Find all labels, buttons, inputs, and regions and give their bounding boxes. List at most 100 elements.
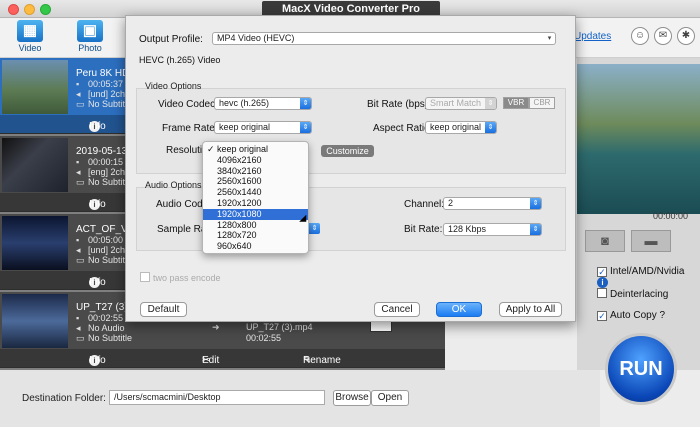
add-photo-button[interactable]: ▣ Photo	[70, 20, 110, 56]
audio-bitrate-label: Bit Rate:	[404, 224, 443, 235]
preview-video	[577, 64, 700, 214]
minimize-window-button[interactable]	[24, 4, 35, 15]
cbr-toggle[interactable]: CBR	[529, 97, 555, 109]
two-pass-option[interactable]: two pass encode	[140, 272, 221, 283]
bitrate-value: Smart Match	[430, 98, 482, 108]
deinterlacing-option[interactable]: Deinterlacing	[597, 288, 668, 300]
resolution-option[interactable]: 1280x800	[203, 220, 308, 231]
frame-rate-label: Frame Rate:	[162, 123, 218, 134]
photo-icon: ▣	[77, 20, 103, 42]
output-profile-select[interactable]: MP4 Video (HEVC) ▾	[212, 32, 556, 45]
video-codec-label: Video Codec:	[158, 99, 218, 110]
resolution-option-label: 4096x2160	[217, 154, 262, 165]
resolution-option-label: 960x640	[217, 241, 252, 252]
info-label: Info	[89, 199, 106, 210]
close-window-button[interactable]	[8, 4, 19, 15]
ok-button[interactable]: OK	[436, 302, 482, 317]
default-button[interactable]: Default	[140, 302, 187, 317]
resolution-dropdown-menu: ✓ keep original 4096x2160 3840x2160 2560x160…	[202, 141, 309, 254]
snapshot-button[interactable]: ◙	[585, 230, 625, 252]
cancel-button[interactable]: Cancel	[374, 302, 420, 317]
resolution-option-label: 1280x720	[217, 230, 257, 241]
resolution-option-label: 2560x1440	[217, 187, 262, 198]
clapper-icon: ▪	[76, 157, 80, 167]
aspect-ratio-select[interactable]: keep original ⇕	[425, 121, 497, 134]
hw-accel-label: Intel/AMD/Nvidia	[610, 266, 685, 277]
resolution-option[interactable]: 1920x1200	[203, 198, 308, 209]
camera-icon: ◙	[601, 233, 609, 248]
item-duration: 00:00:15	[88, 157, 124, 167]
item-duration: 00:05:00	[88, 235, 124, 245]
folder-icon: ▬	[644, 233, 658, 248]
output-settings-dialog: Output Profile: MP4 Video (HEVC) ▾ HEVC …	[125, 15, 576, 322]
frame-rate-value: keep original	[219, 122, 271, 132]
resolution-option[interactable]: 960x640	[203, 241, 308, 252]
zoom-window-button[interactable]	[40, 4, 51, 15]
resolution-option[interactable]: 1280x720	[203, 230, 308, 241]
right-panel: 00:00:00 ◙ ▬ ✓ Intel/AMD/Nvidia i Deinter…	[577, 58, 700, 370]
hw-accel-option[interactable]: ✓ Intel/AMD/Nvidia i	[597, 266, 700, 288]
subtitle-icon: ▭	[76, 177, 85, 187]
bitrate-select[interactable]: Smart Match ⇕	[425, 97, 497, 110]
customize-button[interactable]: Customize	[321, 145, 374, 157]
audio-bitrate-select[interactable]: 128 Kbps ⇕	[443, 223, 542, 236]
open-button[interactable]: Open	[371, 390, 409, 406]
film-add-icon: ▦	[17, 20, 43, 42]
open-folder-button[interactable]: ▬	[631, 230, 671, 252]
sample-rate-select[interactable]: ⇕	[309, 223, 320, 236]
resolution-option[interactable]: 4096x2160	[203, 155, 308, 166]
clapper-icon: ▪	[76, 313, 80, 323]
autocopy-option[interactable]: ✓ Auto Copy ?	[597, 310, 665, 321]
resolution-option[interactable]: 3840x2160	[203, 166, 308, 177]
video-options-title: Video Options	[145, 81, 202, 91]
output-profile-label: Output Profile:	[139, 34, 203, 45]
resolution-option[interactable]: ✓ keep original	[203, 144, 308, 155]
item-actions: i Info ✂ Edit ✎ Rename	[0, 349, 445, 367]
chevron-down-icon: ▾	[547, 35, 552, 42]
destination-path-field[interactable]: /Users/scmacmini/Desktop	[109, 390, 325, 405]
stepper-icon: ⇕	[300, 98, 311, 109]
account-icon[interactable]: ☺	[631, 27, 649, 45]
video-thumbnail	[2, 138, 68, 192]
video-codec-value: hevc (h.265)	[219, 98, 270, 108]
item-audio: No Audio	[88, 323, 125, 333]
info-label: Info	[89, 121, 106, 132]
stepper-icon: ⇕	[485, 98, 496, 109]
profile-caption: HEVC (h.265) Video	[139, 55, 221, 65]
autocopy-checkbox[interactable]: ✓	[597, 311, 607, 321]
channel-value: 2	[448, 198, 454, 208]
browse-button[interactable]: Browse	[333, 390, 371, 406]
resolution-option[interactable]: 2560x1600	[203, 176, 308, 187]
resolution-option-label: 3840x2160	[217, 165, 262, 176]
hw-accel-checkbox[interactable]: ✓	[597, 267, 607, 277]
item-audio: [eng] 2ch	[88, 167, 126, 177]
channel-select[interactable]: 2 ⇕	[443, 197, 542, 210]
resolution-option-label: 1920x1200	[217, 197, 262, 208]
question-icon[interactable]: ?	[659, 310, 665, 321]
add-video-button[interactable]: ▦ Video	[10, 20, 50, 56]
aspect-ratio-value: keep original	[430, 122, 482, 132]
video-codec-select[interactable]: hevc (h.265) ⇕	[214, 97, 312, 110]
mail-icon[interactable]: ✉	[654, 27, 672, 45]
updates-link[interactable]: Updates	[574, 31, 611, 42]
frame-rate-select[interactable]: keep original ⇕	[214, 121, 312, 134]
resolution-option-label: 1280x800	[217, 219, 257, 230]
settings-icon[interactable]: ✱	[677, 27, 695, 45]
two-pass-checkbox[interactable]	[140, 272, 150, 282]
audio-options-title: Audio Options	[145, 180, 202, 190]
deinterlacing-checkbox[interactable]	[597, 288, 607, 298]
item-audio: [und] 2ch	[88, 245, 126, 255]
help-icon[interactable]: i	[597, 277, 608, 288]
video-thumbnail	[2, 60, 68, 114]
stepper-icon: ⇕	[300, 122, 311, 133]
resolution-option[interactable]: 2560x1440	[203, 187, 308, 198]
video-thumbnail	[2, 294, 68, 348]
run-button[interactable]: RUN	[605, 333, 677, 405]
apply-to-all-button[interactable]: Apply to All	[499, 302, 562, 317]
output-profile-value: MP4 Video (HEVC)	[217, 33, 295, 43]
two-pass-label: two pass encode	[153, 273, 221, 283]
resolution-option[interactable]: 1920x1080	[203, 208, 308, 220]
vbr-toggle[interactable]: VBR	[503, 97, 529, 109]
destination-label: Destination Folder:	[22, 393, 106, 404]
output-duration: 00:02:55	[246, 333, 282, 343]
